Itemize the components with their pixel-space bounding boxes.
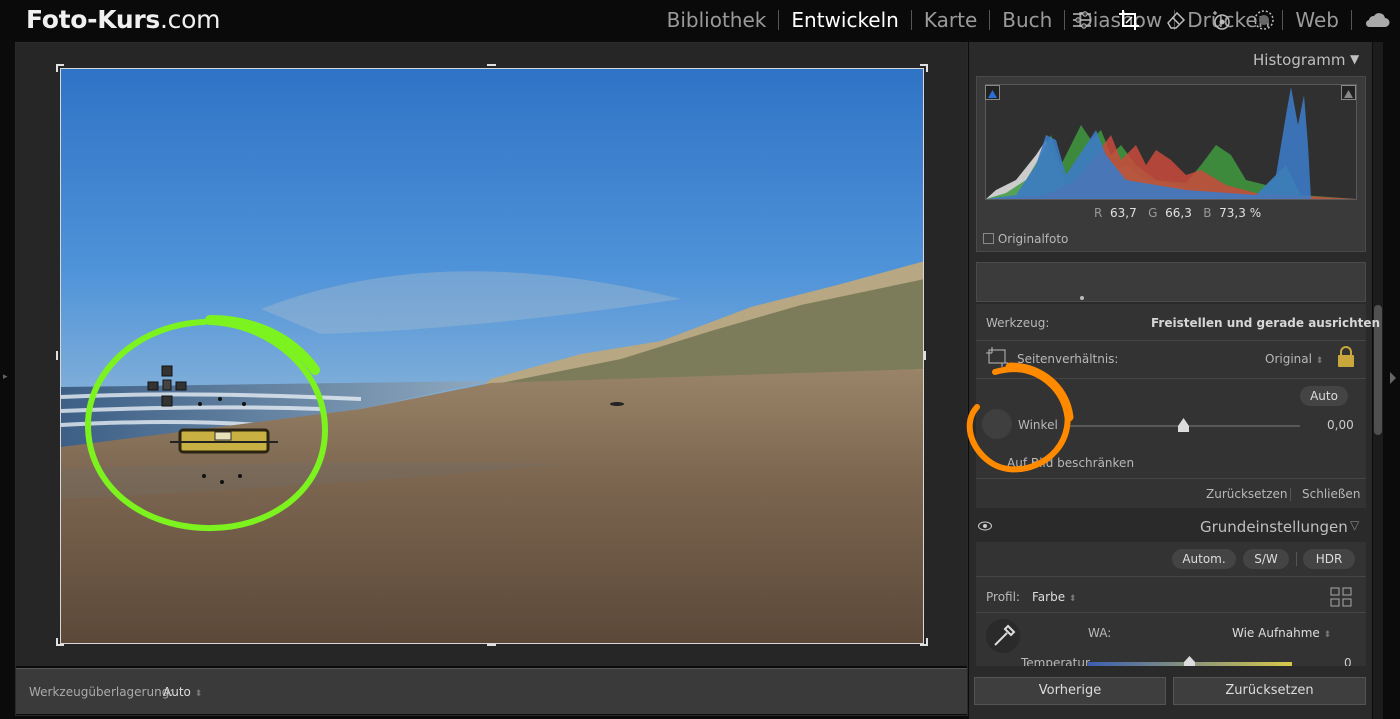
right-panel-toggle-icon[interactable] (1390, 372, 1396, 384)
hdr-button[interactable]: HDR (1303, 549, 1355, 569)
reset-all-button[interactable]: Zurücksetzen (1173, 677, 1366, 705)
wb-select[interactable]: Wie Aufnahme ⬍ (1232, 626, 1331, 640)
basic-panel-title: Grundeinstellungen (1200, 518, 1348, 536)
histogram-plot (985, 84, 1357, 200)
crop-corner-handle[interactable] (56, 64, 64, 72)
module-web[interactable]: Web (1283, 8, 1351, 32)
wb-label: WA: (1088, 626, 1112, 640)
previous-settings-button[interactable]: Vorherige (974, 677, 1166, 705)
histogram-graph (986, 87, 1356, 199)
tool-name: Freistellen und gerade ausrichten (1151, 316, 1381, 330)
left-panel-toggle-icon[interactable]: ▸ (3, 372, 8, 382)
black-white-button[interactable]: S/W (1243, 549, 1289, 569)
panel-fade (976, 666, 1366, 674)
divider (1296, 552, 1297, 566)
highlight-ring-orange (966, 362, 1074, 473)
crop-edge-handle[interactable] (487, 644, 496, 646)
collapse-triangle-icon[interactable]: ▼ (1350, 52, 1359, 66)
divider (976, 340, 1366, 341)
crop-corner-handle[interactable] (920, 64, 928, 72)
develop-tool-strip (976, 262, 1366, 302)
brand-logo: Foto-Kurs.com (26, 5, 221, 34)
tool-overlay-select[interactable]: Auto ⬍ (163, 685, 202, 699)
edit-sliders-icon[interactable] (1070, 8, 1094, 32)
crop-close-button[interactable]: Schließen (1302, 487, 1360, 501)
divider (976, 576, 1366, 577)
module-karte[interactable]: Karte (912, 8, 989, 32)
red-eye-icon[interactable] (1210, 8, 1234, 32)
module-entwickeln[interactable]: Entwickeln (779, 8, 910, 32)
angle-slider-thumb[interactable] (1178, 418, 1189, 432)
module-picker: Bibliothek Entwickeln Karte Buch Diashow… (655, 6, 1390, 34)
auto-straighten-button[interactable]: Auto (1300, 386, 1348, 406)
collapse-triangle-icon[interactable]: ▽ (1350, 518, 1359, 532)
profile-browser-grid-icon[interactable] (1330, 587, 1352, 607)
crop-edge-handle[interactable] (56, 351, 58, 360)
shadow-clipping-button[interactable] (985, 85, 1000, 100)
basic-panel-header[interactable]: Grundeinstellungen ▽ (976, 514, 1366, 540)
eraser-icon[interactable] (1164, 8, 1188, 32)
divider (1290, 488, 1291, 501)
module-buch[interactable]: Buch (990, 8, 1064, 32)
aspect-ratio-select[interactable]: Original ⬍ (1265, 352, 1323, 366)
original-photo-checkbox[interactable]: Originalfoto (983, 232, 1068, 246)
tool-label: Werkzeug: (986, 316, 1050, 330)
temperature-slider-thumb[interactable] (1184, 656, 1195, 666)
crop-edge-handle[interactable] (924, 351, 926, 360)
auto-tone-button[interactable]: Autom. (1172, 549, 1236, 569)
tool-overlay-label: Werkzeugüberlagerung: (29, 685, 174, 699)
angle-value[interactable]: 0,00 (1327, 418, 1354, 432)
crop-icon[interactable] (1117, 8, 1141, 32)
divider (976, 612, 1366, 613)
module-separator (1351, 10, 1352, 30)
cloud-icon[interactable] (1364, 12, 1390, 28)
highlight-clipping-button[interactable] (1341, 85, 1356, 100)
active-tool-dot (1080, 296, 1084, 300)
crop-corner-handle[interactable] (56, 638, 64, 646)
crop-corner-handle[interactable] (920, 638, 928, 646)
top-bar: Foto-Kurs.com Bibliothek Entwickeln Kart… (0, 0, 1400, 40)
straighten-level-icon (147, 365, 278, 484)
rgb-readout: R 63,7 G 66,3 B 73,3 % (1094, 206, 1262, 220)
masking-icon[interactable] (1252, 8, 1276, 32)
crop-reset-button[interactable]: Zurücksetzen (1206, 487, 1288, 501)
eyedropper-icon[interactable] (985, 618, 1021, 654)
histogram-title[interactable]: Histogramm (1253, 51, 1345, 69)
crop-edge-handle[interactable] (487, 64, 496, 66)
profile-select[interactable]: Farbe ⬍ (1032, 590, 1076, 604)
profile-label: Profil: (986, 590, 1020, 604)
lock-icon[interactable] (1336, 346, 1356, 368)
module-bibliothek[interactable]: Bibliothek (655, 8, 779, 32)
eye-icon[interactable] (978, 521, 992, 531)
bottom-toolbar: Werkzeugüberlagerung: Auto ⬍ (16, 668, 967, 714)
